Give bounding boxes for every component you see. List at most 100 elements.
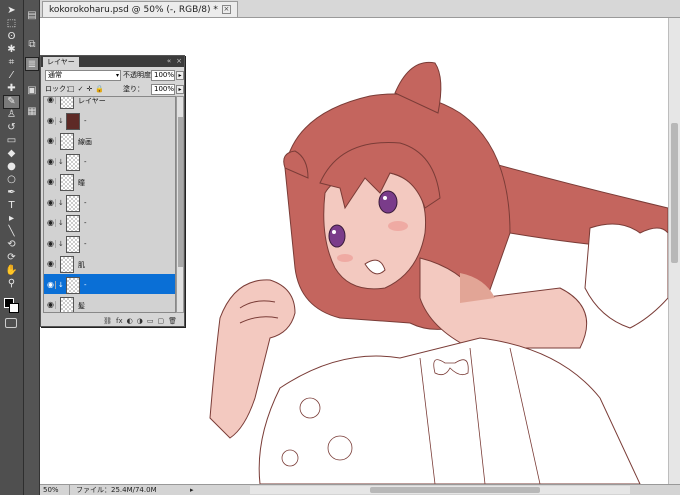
- document-tab[interactable]: kokorokoharu.psd @ 50% (-, RGB/8) * ×: [42, 1, 238, 17]
- layer-thumbnail[interactable]: [66, 153, 80, 171]
- eye-visibility-icon[interactable]: ◉: [46, 97, 56, 104]
- eye-visibility-icon[interactable]: ◉: [46, 178, 56, 186]
- layer-mask-icon[interactable]: ◐: [127, 317, 133, 325]
- eye-visibility-icon[interactable]: ◉: [46, 198, 56, 207]
- group-icon[interactable]: ▭: [147, 317, 154, 325]
- clipping-mask-icon: ↓: [58, 219, 64, 227]
- layer-name[interactable]: -: [84, 240, 87, 248]
- layer-name[interactable]: 線画: [78, 137, 92, 147]
- close-icon[interactable]: ×: [221, 5, 231, 14]
- eyedropper-icon[interactable]: ⁄: [3, 69, 20, 83]
- zoom-tool-icon[interactable]: ⚲: [3, 277, 20, 291]
- collapse-icon[interactable]: «: [165, 57, 173, 65]
- eye-visibility-icon[interactable]: ◉: [46, 137, 56, 145]
- layer-thumbnail[interactable]: [66, 215, 80, 232]
- trash-icon[interactable]: 🗑: [168, 317, 177, 325]
- fill-stepper-icon[interactable]: ▸: [176, 85, 184, 94]
- layer-thumbnail[interactable]: [60, 297, 74, 312]
- dock-navigator-icon[interactable]: ⧉: [25, 37, 39, 51]
- layer-thumbnail[interactable]: [66, 276, 80, 294]
- eye-visibility-icon[interactable]: ◉: [46, 157, 56, 166]
- eraser-tool-icon[interactable]: ▭: [3, 134, 20, 148]
- orbit-3d-icon[interactable]: ⟳: [3, 251, 20, 265]
- layer-row[interactable]: ◉ 髪: [44, 294, 175, 312]
- layer-name[interactable]: -: [84, 158, 87, 166]
- close-icon[interactable]: ×: [175, 57, 183, 65]
- file-info[interactable]: ファイル：25.4M/74.0M: [70, 485, 190, 495]
- dock-history-icon[interactable]: ▤: [25, 8, 39, 22]
- pen-tool-icon[interactable]: ✒: [3, 186, 20, 200]
- background-color-swatch[interactable]: [9, 303, 19, 313]
- horizontal-scroll-thumb[interactable]: [370, 487, 540, 493]
- opacity-stepper-icon[interactable]: ▸: [176, 71, 184, 80]
- link-layers-icon[interactable]: ⛓: [103, 317, 112, 325]
- lock-transparent-icon[interactable]: □: [68, 85, 75, 93]
- crop-tool-icon[interactable]: ⌗: [3, 56, 20, 70]
- blur-tool-icon[interactable]: ●: [3, 160, 20, 174]
- eye-visibility-icon[interactable]: ◉: [46, 260, 56, 268]
- layers-tab[interactable]: レイヤー: [43, 57, 79, 67]
- document-tab-bar: kokorokoharu.psd @ 50% (-, RGB/8) * ×: [40, 0, 680, 18]
- move-tool-icon[interactable]: ➤: [3, 4, 20, 18]
- photoshop-window: ➤ ⬚ ʘ ✱ ⌗ ⁄ ✚ ✎ ♙ ↺ ▭ ◆ ● ○ ✒ T ▸ ╲ ⟲ ⟳ ✋ ⚲ ▤ ⧉ ≣ ▣ ▦ kokorokohar…: [0, 0, 680, 495]
- dock-layers-icon[interactable]: ≣: [25, 57, 39, 71]
- horizontal-scrollbar[interactable]: [250, 486, 630, 494]
- line-tool-icon[interactable]: ╲: [3, 225, 20, 239]
- rotate-3d-icon[interactable]: ⟲: [3, 238, 20, 252]
- fx-icon[interactable]: fx: [116, 317, 123, 325]
- blend-mode-select[interactable]: 通常 ▾: [45, 70, 121, 81]
- layer-thumbnail[interactable]: [66, 194, 80, 212]
- layer-thumbnail[interactable]: [60, 97, 74, 109]
- brush-tool-icon[interactable]: ✎: [3, 95, 20, 109]
- layer-name[interactable]: 瞳: [78, 178, 85, 188]
- eye-visibility-icon[interactable]: ◉: [46, 116, 56, 125]
- layer-list-scroll-thumb[interactable]: [178, 117, 183, 267]
- lock-position-icon[interactable]: ✛: [87, 85, 93, 93]
- layer-name[interactable]: 髪: [78, 301, 85, 311]
- layer-thumbnail[interactable]: [60, 174, 74, 191]
- dock-swatches-icon[interactable]: ▦: [25, 104, 39, 118]
- vertical-scrollbar[interactable]: [668, 18, 680, 484]
- layer-list-scrollbar[interactable]: [176, 96, 184, 313]
- history-brush-icon[interactable]: ↺: [3, 121, 20, 135]
- panel-title-bar[interactable]: レイヤー « ×: [41, 56, 184, 67]
- lock-image-icon[interactable]: ✓: [78, 85, 84, 93]
- vertical-scroll-thumb[interactable]: [671, 123, 678, 263]
- lasso-tool-icon[interactable]: ʘ: [3, 30, 20, 44]
- clone-stamp-icon[interactable]: ♙: [3, 108, 20, 122]
- eye-visibility-icon[interactable]: ◉: [46, 219, 56, 227]
- eye-visibility-icon[interactable]: ◉: [46, 280, 56, 289]
- dodge-tool-icon[interactable]: ○: [3, 173, 20, 187]
- paint-bucket-icon[interactable]: ◆: [3, 147, 20, 161]
- layer-name[interactable]: -: [84, 281, 87, 289]
- magic-wand-icon[interactable]: ✱: [3, 43, 20, 57]
- status-arrow-icon[interactable]: ▸: [190, 486, 194, 494]
- layer-name[interactable]: -: [84, 117, 87, 125]
- path-select-icon[interactable]: ▸: [3, 212, 20, 226]
- layer-thumbnail[interactable]: [60, 256, 74, 273]
- layer-name[interactable]: 肌: [78, 260, 85, 270]
- blend-mode-value: 通常: [48, 71, 62, 79]
- layer-thumbnail[interactable]: [66, 112, 80, 130]
- layer-thumbnail[interactable]: [66, 235, 80, 253]
- eye-visibility-icon[interactable]: ◉: [46, 301, 56, 309]
- lock-all-icon[interactable]: 🔒: [95, 85, 104, 93]
- layer-name[interactable]: レイヤー: [78, 97, 106, 106]
- clipping-mask-icon: ↓: [58, 280, 64, 289]
- adjustment-layer-icon[interactable]: ◑: [137, 317, 143, 325]
- marquee-tool-icon[interactable]: ⬚: [3, 17, 20, 31]
- quick-mask-icon[interactable]: [5, 318, 17, 328]
- fill-input[interactable]: 100%: [151, 84, 175, 95]
- type-tool-icon[interactable]: T: [3, 199, 20, 213]
- opacity-input[interactable]: 100%: [151, 70, 175, 81]
- layer-thumbnail[interactable]: [60, 133, 74, 150]
- eye-visibility-icon[interactable]: ◉: [46, 239, 56, 248]
- layer-name[interactable]: -: [84, 219, 87, 227]
- zoom-level[interactable]: 50%: [40, 485, 70, 495]
- hand-tool-icon[interactable]: ✋: [3, 264, 20, 278]
- new-layer-icon[interactable]: ▢: [157, 317, 164, 325]
- dock-brush-icon[interactable]: ▣: [25, 83, 39, 97]
- layer-name[interactable]: -: [84, 199, 87, 207]
- healing-brush-icon[interactable]: ✚: [3, 82, 20, 96]
- clipping-mask-icon: ↓: [58, 198, 64, 207]
